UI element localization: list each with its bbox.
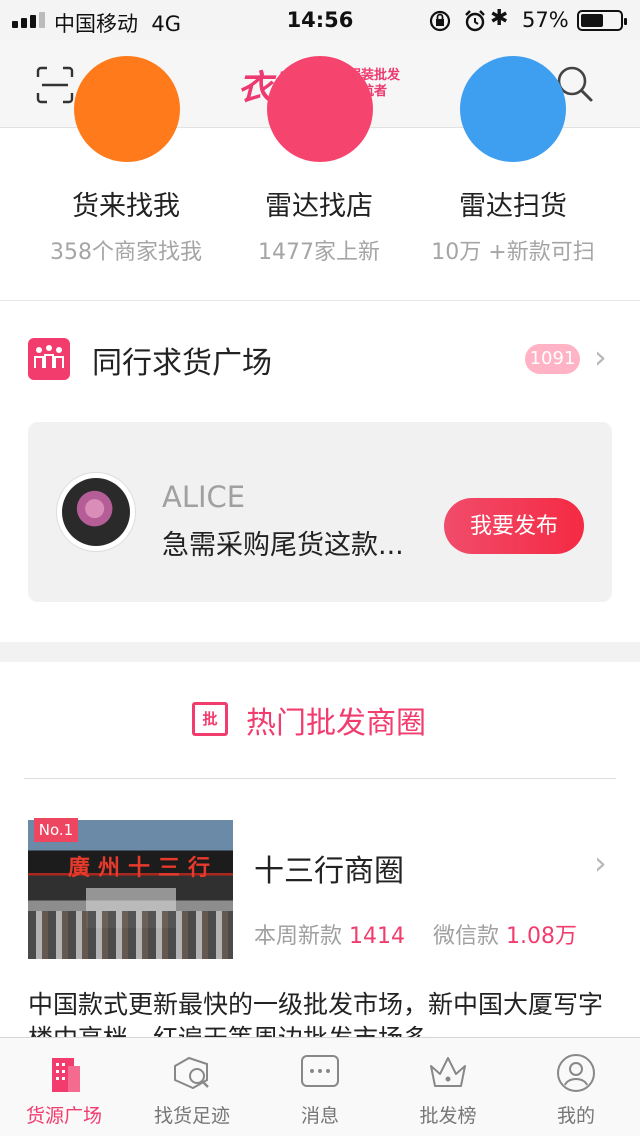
wholesale-icon: 批 bbox=[192, 702, 228, 736]
tab-label: 批发榜 bbox=[419, 1105, 477, 1127]
quick-action-icon bbox=[460, 56, 566, 162]
profile-icon bbox=[557, 1054, 595, 1092]
section-title: 同行求货广场 bbox=[92, 346, 272, 381]
status-bar: 中国移动 4G 14:56 ✱ 57% bbox=[0, 0, 640, 40]
hot-wholesale-header: 批 热门批发商圈 bbox=[0, 690, 640, 750]
quick-action-icon bbox=[267, 56, 373, 162]
chevron-right-icon: › bbox=[594, 338, 607, 376]
peer-request-header[interactable]: 同行求货广场 1091 › bbox=[0, 320, 640, 400]
quick-action-icon bbox=[74, 56, 180, 162]
alarm-icon bbox=[465, 10, 485, 32]
quick-action-title: 雷达扫货 bbox=[459, 191, 567, 222]
market-item[interactable]: 廣州十三行 No.1 十三行商圈 › 本周新款 1414 微信款 1.08万 bbox=[28, 818, 612, 960]
market-name: 十三行商圈 bbox=[254, 854, 404, 889]
tab-messages[interactable]: 消息 bbox=[256, 1038, 384, 1136]
tab-label: 找货足迹 bbox=[153, 1105, 230, 1127]
wechat-count: 1.08万 bbox=[506, 924, 578, 949]
crown-icon bbox=[430, 1057, 466, 1087]
request-message: 急需采购尾货这款... bbox=[162, 530, 404, 561]
quick-action-subtitle: 1477家上新 bbox=[258, 240, 380, 265]
quick-action-title: 货来找我 bbox=[72, 191, 180, 222]
quick-action-title: 雷达找店 bbox=[265, 191, 373, 222]
chevron-right-icon: › bbox=[594, 844, 607, 882]
user-name: ALICE bbox=[162, 480, 246, 514]
market-stats: 本周新款 1414 微信款 1.08万 bbox=[254, 924, 578, 949]
scan-icon[interactable] bbox=[36, 66, 74, 104]
tab-label: 消息 bbox=[300, 1105, 339, 1127]
divider bbox=[0, 300, 640, 301]
publish-button[interactable]: 我要发布 bbox=[444, 498, 584, 554]
quick-action-subtitle: 358个商家找我 bbox=[50, 240, 202, 265]
footprint-search-icon bbox=[174, 1056, 209, 1090]
peer-group-icon bbox=[28, 338, 70, 380]
divider bbox=[24, 778, 616, 779]
avatar bbox=[56, 472, 136, 552]
quick-actions: 货来找我 358个商家找我 雷达找店 1477家上新 雷达扫货 10万 +新款可… bbox=[0, 56, 640, 300]
peer-request-card[interactable]: ALICE 急需采购尾货这款... 我要发布 bbox=[28, 422, 612, 602]
building-icon bbox=[52, 1058, 80, 1092]
tab-label: 我的 bbox=[556, 1105, 595, 1127]
section-title: 热门批发商圈 bbox=[246, 706, 426, 741]
battery-icon bbox=[577, 10, 627, 31]
tab-wholesale-ranking[interactable]: 批发榜 bbox=[384, 1038, 512, 1136]
tab-profile[interactable]: 我的 bbox=[512, 1038, 640, 1136]
rank-badge: No.1 bbox=[34, 818, 78, 842]
battery-percent: 57% bbox=[522, 8, 569, 32]
tab-search-history[interactable]: 找货足迹 bbox=[128, 1038, 256, 1136]
quick-action-subtitle: 10万 +新款可扫 bbox=[431, 240, 595, 265]
tab-label: 货源广场 bbox=[25, 1105, 102, 1127]
bluetooth-icon: ✱ bbox=[490, 6, 509, 31]
count-badge: 1091 bbox=[525, 344, 580, 374]
orientation-lock-icon bbox=[429, 10, 451, 32]
bottom-tab-bar: 货源广场 找货足迹 消息 批发榜 我的 bbox=[0, 1037, 640, 1136]
section-separator bbox=[0, 642, 640, 662]
app-screen: 中国移动 4G 14:56 ✱ 57% 衣联 中国服装批发 新的领航者 bbox=[0, 0, 640, 1136]
tab-source-square[interactable]: 货源广场 bbox=[0, 1038, 128, 1136]
message-icon bbox=[301, 1055, 339, 1087]
weekly-new-count: 1414 bbox=[349, 924, 406, 949]
